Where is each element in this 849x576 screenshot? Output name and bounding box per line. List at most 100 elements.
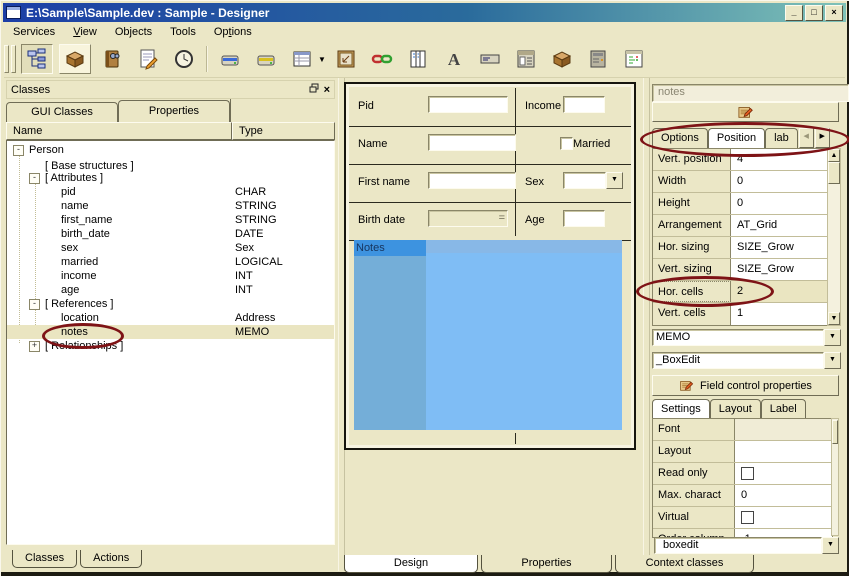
tree-item-attributes[interactable]: -[ Attributes ]	[7, 171, 334, 185]
scroll-up-icon[interactable]: ▲	[828, 149, 840, 162]
tab-actions[interactable]: Actions	[80, 550, 142, 568]
column-header-type[interactable]: Type	[232, 122, 335, 140]
splitter-right[interactable]	[643, 78, 650, 571]
settings-grid-scrollbar[interactable]	[831, 418, 839, 536]
image-icon[interactable]	[331, 45, 361, 73]
classes-panel-tabs: GUI Classes Properties	[6, 99, 335, 122]
tree-item-birth-date[interactable]: birth_dateDATE	[7, 227, 334, 241]
tab-scroll-right-icon[interactable]: ▶	[815, 128, 830, 148]
property-row-hor-cells[interactable]: Hor. cells2	[653, 281, 828, 303]
dialog-icon[interactable]	[619, 45, 649, 73]
package-icon[interactable]	[59, 44, 91, 74]
form-grid-icon[interactable]	[287, 45, 317, 73]
drive-blue-icon[interactable]	[215, 45, 245, 73]
tree-item-age[interactable]: ageINT	[7, 283, 334, 297]
edit-field-button[interactable]	[652, 102, 839, 122]
property-tab-strip: Options Position lab ◀ ▶	[652, 126, 843, 148]
device-icon[interactable]	[583, 45, 613, 73]
toolbar-grip-2[interactable]	[11, 45, 16, 73]
tree-item-pid[interactable]: pidCHAR	[7, 185, 334, 199]
tab-settings[interactable]: Settings	[652, 399, 710, 419]
tree-item-married[interactable]: marriedLOGICAL	[7, 255, 334, 269]
field-type-combobox[interactable]: MEMO▼	[652, 329, 841, 347]
tab-label-clipped[interactable]: lab	[765, 128, 798, 148]
tree-item-references[interactable]: -[ References ]	[7, 297, 334, 311]
column-header-name[interactable]: Name	[6, 122, 232, 140]
notes-label-column[interactable]	[354, 256, 426, 430]
variant-dropdown-arrow[interactable]: ▼	[822, 537, 839, 554]
app-icon	[6, 6, 21, 19]
tree-item-first-name[interactable]: first_nameSTRING	[7, 213, 334, 227]
package2-icon[interactable]	[547, 45, 577, 73]
income-input[interactable]	[563, 96, 605, 113]
toolbar-grip[interactable]	[4, 45, 9, 73]
scroll-down-icon[interactable]: ▼	[828, 312, 840, 325]
field-control-properties-button[interactable]: Field control properties	[652, 375, 839, 396]
notes-memo-body[interactable]	[426, 240, 622, 430]
tab-scroll-left-icon[interactable]: ◀	[799, 128, 814, 148]
property-row: Vert. cells1	[653, 303, 828, 325]
tree-item-notes[interactable]: notesMEMO	[7, 325, 334, 339]
first-name-input[interactable]	[428, 172, 516, 189]
tab-properties[interactable]: Properties	[118, 100, 230, 122]
age-input[interactable]	[563, 210, 605, 227]
editbox-icon[interactable]	[475, 45, 505, 73]
close-panel-icon[interactable]: ×	[324, 84, 330, 96]
sex-label: Sex	[525, 176, 544, 188]
float-panel-icon[interactable]	[309, 83, 319, 96]
menu-objects[interactable]: Objects	[106, 24, 161, 40]
control-dropdown-arrow[interactable]: ▼	[824, 352, 841, 369]
tab-position[interactable]: Position	[708, 128, 765, 148]
read-only-checkbox[interactable]	[741, 467, 754, 480]
married-checkbox[interactable]	[560, 137, 573, 151]
tab-gui-classes[interactable]: GUI Classes	[6, 102, 118, 122]
control-class-combobox[interactable]: _BoxEdit▼	[652, 352, 841, 370]
control-variant-combobox[interactable]: boxedit▼	[654, 537, 839, 555]
tree-item-base-structures[interactable]: [ Base structures ]	[7, 157, 334, 171]
clock-icon[interactable]	[169, 45, 199, 73]
maximize-button[interactable]: □	[805, 5, 823, 21]
book-icon[interactable]	[97, 45, 127, 73]
property-row: Height0	[653, 193, 828, 215]
pid-input[interactable]	[428, 96, 508, 113]
tree-item-sex[interactable]: sexSex	[7, 241, 334, 255]
minimize-button[interactable]: _	[785, 5, 803, 21]
tab-options[interactable]: Options	[652, 128, 708, 148]
tree-item-name[interactable]: nameSTRING	[7, 199, 334, 213]
tree-item-location[interactable]: locationAddress	[7, 311, 334, 325]
columns-icon[interactable]	[403, 45, 433, 73]
name-input[interactable]	[428, 134, 516, 151]
scrollbar-thumb[interactable]	[828, 162, 840, 184]
edit-document-icon[interactable]	[133, 45, 163, 73]
sex-combobox[interactable]: ▼	[563, 172, 623, 189]
tab-properties-bottom[interactable]: Properties	[481, 555, 612, 573]
birth-date-input[interactable]: =	[428, 210, 508, 227]
tab-classes[interactable]: Classes	[12, 550, 77, 568]
virtual-checkbox[interactable]	[741, 511, 754, 524]
class-tree: -Person [ Base structures ] -[ Attribute…	[6, 140, 335, 545]
link-icon[interactable]	[367, 45, 397, 73]
tree-item-income[interactable]: incomeINT	[7, 269, 334, 283]
tree-item-relationships[interactable]: +[ Relationships ]	[7, 339, 334, 353]
type-dropdown-arrow[interactable]: ▼	[824, 329, 841, 346]
menu-tools[interactable]: Tools	[161, 24, 205, 40]
sex-dropdown-arrow[interactable]: ▼	[606, 172, 623, 189]
tab-layout[interactable]: Layout	[710, 399, 761, 419]
close-button[interactable]: ×	[825, 5, 843, 21]
notes-memo-widget[interactable]: Notes	[354, 240, 622, 430]
drive-yellow-icon[interactable]	[251, 45, 281, 73]
menu-options[interactable]: Options	[205, 24, 261, 40]
list-view-icon[interactable]	[511, 45, 541, 73]
menu-view[interactable]: View	[64, 24, 106, 40]
tab-design[interactable]: Design	[344, 555, 478, 573]
grid-scrollbar[interactable]: ▲ ▼	[827, 148, 841, 326]
class-tree-icon[interactable]	[21, 44, 53, 74]
font-icon[interactable]: A	[439, 45, 469, 73]
form-grid-dropdown-arrow[interactable]: ▼	[318, 55, 326, 64]
menu-services[interactable]: Services	[4, 24, 64, 40]
form-design-surface[interactable]: Pid Income Name Married First name Sex ▼…	[344, 82, 636, 450]
notes-widget-label[interactable]: Notes	[354, 240, 426, 256]
property-row-read-only: Read only	[653, 463, 832, 485]
tree-item-person[interactable]: -Person	[7, 143, 334, 157]
tab-label[interactable]: Label	[761, 399, 806, 419]
